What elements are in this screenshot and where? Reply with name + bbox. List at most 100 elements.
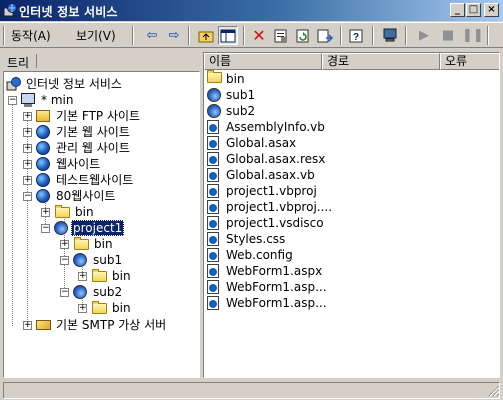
- ftp-site-icon: [36, 110, 50, 122]
- tree-node-label: bin: [75, 205, 94, 219]
- tree-pane[interactable]: 인터넷 정보 서비스 − * min + 기본 FTP 사이트 + 기본 웹 사…: [3, 71, 200, 378]
- tree-node-label-selected: project1: [71, 220, 125, 236]
- list-item-name: sub1: [226, 88, 256, 102]
- collapse-icon[interactable]: −: [60, 256, 69, 265]
- web-app-icon: [54, 221, 68, 235]
- back-button[interactable]: ⇦: [142, 26, 162, 45]
- expand-icon[interactable]: +: [78, 304, 87, 313]
- collapse-icon[interactable]: −: [60, 288, 69, 297]
- expand-icon[interactable]: +: [23, 112, 32, 121]
- export-list-icon: [317, 29, 334, 43]
- computer-button[interactable]: [380, 26, 400, 45]
- minimize-icon: _: [455, 4, 460, 15]
- tree-node-label: 기본 FTP 사이트: [56, 109, 141, 123]
- tree-node-label: 테스트웹사이트: [56, 173, 134, 187]
- tree-node-label: * min: [41, 93, 74, 107]
- up-folder-icon: [198, 31, 214, 43]
- pause-button[interactable]: ❚❚: [462, 26, 484, 45]
- stop-icon: ■: [441, 28, 455, 43]
- collapse-icon[interactable]: −: [8, 96, 17, 105]
- refresh-icon: [296, 29, 309, 43]
- list-pane[interactable]: 이름 경로 오류 bin sub1 sub2 AssemblyInfo.vb G…: [203, 52, 500, 378]
- column-header-name[interactable]: 이름: [204, 53, 322, 70]
- iis-icon: [3, 3, 17, 17]
- stop-button[interactable]: ■: [438, 26, 458, 45]
- tree-node-label: sub2: [93, 285, 123, 299]
- collapse-icon[interactable]: −: [23, 192, 32, 201]
- close-icon: ×: [487, 4, 496, 15]
- expand-icon[interactable]: +: [23, 160, 32, 169]
- toolbar: 동작(A) 보기(V) ⇦ ⇨ ✕ ? ▶ ■ ❚❚: [0, 22, 503, 48]
- file-icon: [207, 216, 219, 230]
- expand-icon[interactable]: +: [78, 272, 87, 281]
- maximize-button[interactable]: □: [466, 3, 481, 17]
- collapse-icon[interactable]: −: [41, 224, 50, 233]
- status-bar: [0, 380, 503, 400]
- help-icon: ?: [349, 29, 363, 43]
- toolbar-separator: [405, 26, 407, 45]
- web-site-icon: [36, 173, 50, 187]
- folder-icon: [92, 269, 107, 282]
- expand-icon[interactable]: +: [41, 208, 50, 217]
- folder-icon: [74, 237, 89, 250]
- file-icon: [207, 248, 219, 262]
- forward-icon: ⇨: [168, 28, 180, 43]
- computer-icon: [21, 93, 35, 107]
- tree-node-label: sub1: [93, 253, 123, 267]
- tree-node-label: bin: [94, 237, 113, 251]
- web-site-icon: [36, 125, 50, 139]
- column-header-error[interactable]: 오류: [440, 53, 499, 70]
- properties-button[interactable]: [271, 26, 291, 45]
- list-item-name: bin: [226, 72, 245, 86]
- close-button[interactable]: ×: [484, 3, 499, 17]
- web-app-icon: [207, 104, 221, 118]
- help-button[interactable]: ?: [347, 26, 367, 45]
- toolbar-separator: [340, 26, 342, 45]
- tab-divider: [36, 54, 37, 68]
- expand-icon[interactable]: +: [23, 144, 32, 153]
- tree-node-label: 웹사이트: [56, 157, 101, 171]
- play-icon: ▶: [419, 28, 429, 43]
- window-title: 인터넷 정보 서비스: [19, 5, 118, 19]
- menu-view[interactable]: 보기(V): [76, 27, 116, 44]
- web-site-icon: [36, 141, 50, 155]
- web-app-icon: [73, 253, 87, 267]
- column-header-path[interactable]: 경로: [322, 53, 440, 70]
- menu-action[interactable]: 동작(A): [11, 27, 51, 44]
- file-icon: [207, 280, 219, 294]
- tree-tab[interactable]: 트리: [4, 52, 200, 70]
- tree-node-label: bin: [112, 269, 131, 283]
- expand-icon[interactable]: +: [60, 240, 69, 249]
- file-icon: [207, 296, 219, 310]
- expand-icon[interactable]: +: [23, 321, 32, 330]
- tree-node-label: 인터넷 정보 서비스: [26, 77, 122, 91]
- start-button[interactable]: ▶: [414, 26, 434, 45]
- expand-icon[interactable]: +: [23, 176, 32, 185]
- file-icon: [207, 168, 219, 182]
- minimize-button[interactable]: _: [450, 3, 465, 17]
- delete-button[interactable]: ✕: [249, 26, 269, 45]
- web-site-icon: [36, 157, 50, 171]
- web-site-icon: [36, 189, 50, 203]
- web-app-icon: [73, 285, 87, 299]
- list-item-name: project1.vsdisco: [226, 216, 324, 230]
- file-icon: [207, 184, 219, 198]
- tree-tab-label: 트리: [7, 56, 30, 70]
- resize-grip-icon[interactable]: [488, 385, 500, 397]
- list-item-name: WebForm1.asp...: [226, 296, 327, 310]
- maximize-icon: □: [468, 4, 479, 15]
- list-item-name: Styles.css: [226, 232, 286, 246]
- list-item-name: project1.vbproj....: [226, 200, 333, 214]
- show-hide-tree-button[interactable]: [218, 26, 238, 45]
- tree-node-label: 기본 SMTP 가상 서버: [56, 318, 167, 332]
- up-folder-button[interactable]: [196, 26, 216, 45]
- title-bar[interactable]: 인터넷 정보 서비스 _ □ ×: [0, 0, 503, 21]
- expand-icon[interactable]: +: [23, 128, 32, 137]
- delete-icon: ✕: [252, 26, 266, 45]
- export-list-button[interactable]: [315, 26, 335, 45]
- file-icon: [207, 232, 219, 246]
- web-app-icon: [207, 88, 221, 102]
- forward-button[interactable]: ⇨: [164, 26, 184, 45]
- refresh-button[interactable]: [293, 26, 313, 45]
- toolbar-separator: [372, 26, 374, 45]
